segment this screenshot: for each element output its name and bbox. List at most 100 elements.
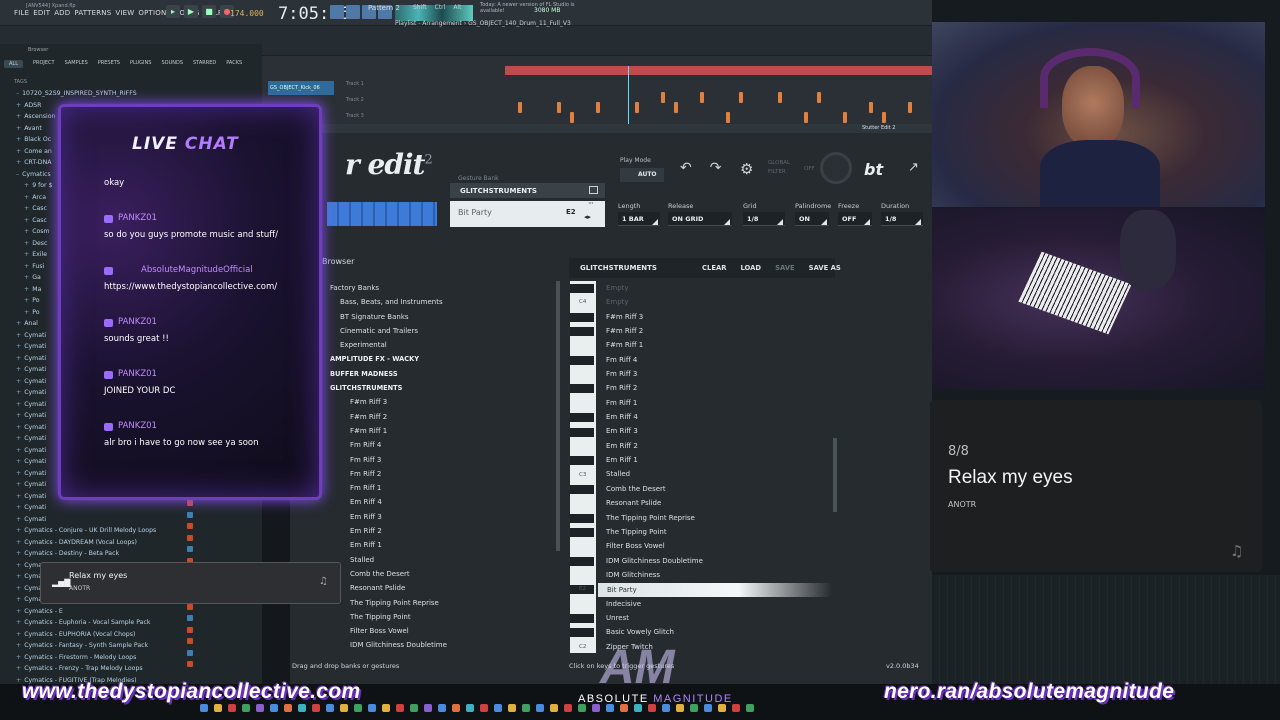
preset-bank-item[interactable]: Bass, Beats, and Instruments — [330, 295, 556, 309]
expand-icon[interactable]: + — [24, 297, 29, 304]
gesture-item[interactable]: Em Riff 2 — [606, 439, 832, 453]
expand-icon[interactable]: + — [24, 194, 29, 201]
browser-item[interactable]: + Cymati — [16, 502, 196, 514]
tab-all[interactable]: ALL — [4, 60, 23, 68]
browser-item[interactable]: + Cymatics - EUPHORIA (Vocal Chops) — [16, 629, 196, 641]
tab-packs[interactable]: PACKS — [226, 60, 242, 68]
ctrl-button[interactable]: Ctrl — [435, 4, 446, 11]
preset-bank-item[interactable]: AMPLITUDE FX - WACKY — [330, 352, 556, 366]
taskbar-app-icon[interactable] — [494, 704, 502, 712]
preset-bank-item[interactable]: Cinematic and Trailers — [330, 324, 556, 338]
playlist-clip[interactable] — [661, 92, 665, 103]
expand-icon[interactable]: + — [16, 481, 21, 488]
expand-arrow-icon[interactable]: ↗ — [908, 160, 919, 175]
playlist-clip[interactable] — [700, 92, 704, 103]
playlist-clip[interactable] — [882, 112, 886, 123]
taskbar-app-icon[interactable] — [312, 704, 320, 712]
control-value[interactable]: ON GRID — [668, 212, 732, 226]
playlist-clip[interactable] — [778, 92, 782, 103]
preset-bank-item[interactable]: BUFFER MADNESS — [330, 367, 556, 381]
gesture-item[interactable]: Basic Vowely Glitch — [606, 625, 832, 639]
preset-bank-item[interactable]: Fm Riff 1 — [330, 481, 556, 495]
dropdown-icon[interactable] — [915, 219, 921, 225]
browser-item[interactable]: + Cymatics - Fantasy - Synth Sample Pack — [16, 640, 196, 652]
pattern-song-toggle[interactable]: ▸ — [166, 5, 180, 18]
taskbar-app-icon[interactable] — [676, 704, 684, 712]
expand-icon[interactable]: + — [16, 562, 21, 569]
expand-icon[interactable]: + — [16, 102, 21, 109]
preset-bank-item[interactable]: IDM Glitchiness Doubletime — [330, 638, 556, 652]
taskbar-app-icon[interactable] — [606, 704, 614, 712]
expand-icon[interactable]: + — [16, 608, 21, 615]
gesture-item[interactable]: Indecisive — [606, 597, 832, 611]
stop-button[interactable]: ■ — [202, 5, 216, 18]
browser-item[interactable]: +Cymatics - E — [16, 606, 196, 618]
preset-bank-item[interactable]: GLITCHSTRUMENTS — [330, 381, 556, 395]
taskbar-app-icon[interactable] — [340, 704, 348, 712]
black-key[interactable] — [570, 413, 594, 423]
prev-next-icon[interactable]: ◂▸ — [584, 213, 591, 221]
playlist-clip[interactable] — [804, 112, 808, 123]
expand-icon[interactable]: + — [16, 493, 21, 500]
taskbar-app-icon[interactable] — [326, 704, 334, 712]
gesture-item[interactable]: Resonant Pslide — [606, 496, 832, 510]
expand-icon[interactable]: + — [24, 309, 29, 316]
playlist-clips[interactable] — [505, 92, 932, 123]
expand-icon[interactable]: + — [16, 654, 21, 661]
expand-icon[interactable]: + — [16, 631, 21, 638]
tab-plugins[interactable]: PLUGINS — [130, 60, 151, 68]
gesture-item[interactable]: Em Riff 1 — [606, 453, 832, 467]
expand-icon[interactable]: + — [16, 412, 21, 419]
expand-icon[interactable]: + — [16, 504, 21, 511]
expand-icon[interactable]: + — [16, 113, 21, 120]
gesture-item[interactable]: Empty — [606, 281, 832, 295]
taskbar-app-icon[interactable] — [648, 704, 656, 712]
playlist-clip[interactable] — [908, 102, 912, 113]
taskbar-app-icon[interactable] — [718, 704, 726, 712]
taskbar-app-icon[interactable] — [536, 704, 544, 712]
snap-icon[interactable] — [330, 5, 344, 19]
browser-item[interactable]: + Cymatics - DAYDREAM (Vocal Loops) — [16, 537, 196, 549]
menu-item[interactable]: VIEW — [115, 9, 134, 17]
folder-icon[interactable] — [589, 186, 598, 194]
taskbar-app-icon[interactable] — [620, 704, 628, 712]
load-button[interactable]: LOAD — [740, 264, 761, 272]
gesture-item[interactable]: Comb the Desert — [606, 482, 832, 496]
black-key[interactable] — [570, 384, 594, 394]
browser-item[interactable]: + Cymatics - Frenzy - Trap Melody Loops — [16, 663, 196, 675]
gesture-item[interactable]: Fm Riff 1 — [606, 396, 832, 410]
gesture-item[interactable]: IDM Glitchiness — [606, 568, 832, 582]
taskbar-app-icon[interactable] — [746, 704, 754, 712]
pattern-selector[interactable]: Pattern 2 — [368, 4, 400, 12]
taskbar-app-icon[interactable] — [522, 704, 530, 712]
taskbar-app-icon[interactable] — [368, 704, 376, 712]
preset-bank-item[interactable]: Em Riff 4 — [330, 495, 556, 509]
preset-bank-item[interactable]: Filter Boss Vowel — [330, 624, 556, 638]
taskbar-app-icon[interactable] — [634, 704, 642, 712]
taskbar-app-icon[interactable] — [270, 704, 278, 712]
expand-icon[interactable]: + — [16, 585, 21, 592]
expand-icon[interactable]: + — [16, 332, 21, 339]
taskbar-app-icon[interactable] — [354, 704, 362, 712]
gesture-item[interactable]: The Tipping Point Reprise — [606, 511, 832, 525]
menu-item[interactable]: FILE — [14, 9, 29, 17]
gesture-item[interactable]: F#m Riff 1 — [606, 338, 832, 352]
taskbar-app-icon[interactable] — [480, 704, 488, 712]
gesture-item[interactable]: F#m Riff 3 — [606, 310, 832, 324]
browser-item[interactable]: + Cymatics - Firestorm - Melody Loops — [16, 652, 196, 664]
browser-item[interactable]: + Cymatics - Euphoria - Vocal Sample Pack — [16, 617, 196, 629]
dropdown-icon[interactable] — [652, 219, 658, 225]
expand-icon[interactable]: + — [16, 378, 21, 385]
taskbar-app-icon[interactable] — [466, 704, 474, 712]
browser-item[interactable]: + Cymatics - Destiny - Beta Pack — [16, 548, 196, 560]
expand-icon[interactable]: + — [16, 516, 21, 523]
tab-starred[interactable]: STARRED — [193, 60, 216, 68]
black-key[interactable] — [570, 327, 594, 337]
expand-icon[interactable]: + — [16, 401, 21, 408]
expand-icon[interactable]: + — [16, 550, 21, 557]
black-key[interactable] — [570, 312, 594, 322]
preset-bank-item[interactable]: Em Riff 3 — [330, 510, 556, 524]
expand-icon[interactable]: + — [16, 343, 21, 350]
expand-icon[interactable]: + — [24, 274, 29, 281]
preset-bank-item[interactable]: Experimental — [330, 338, 556, 352]
